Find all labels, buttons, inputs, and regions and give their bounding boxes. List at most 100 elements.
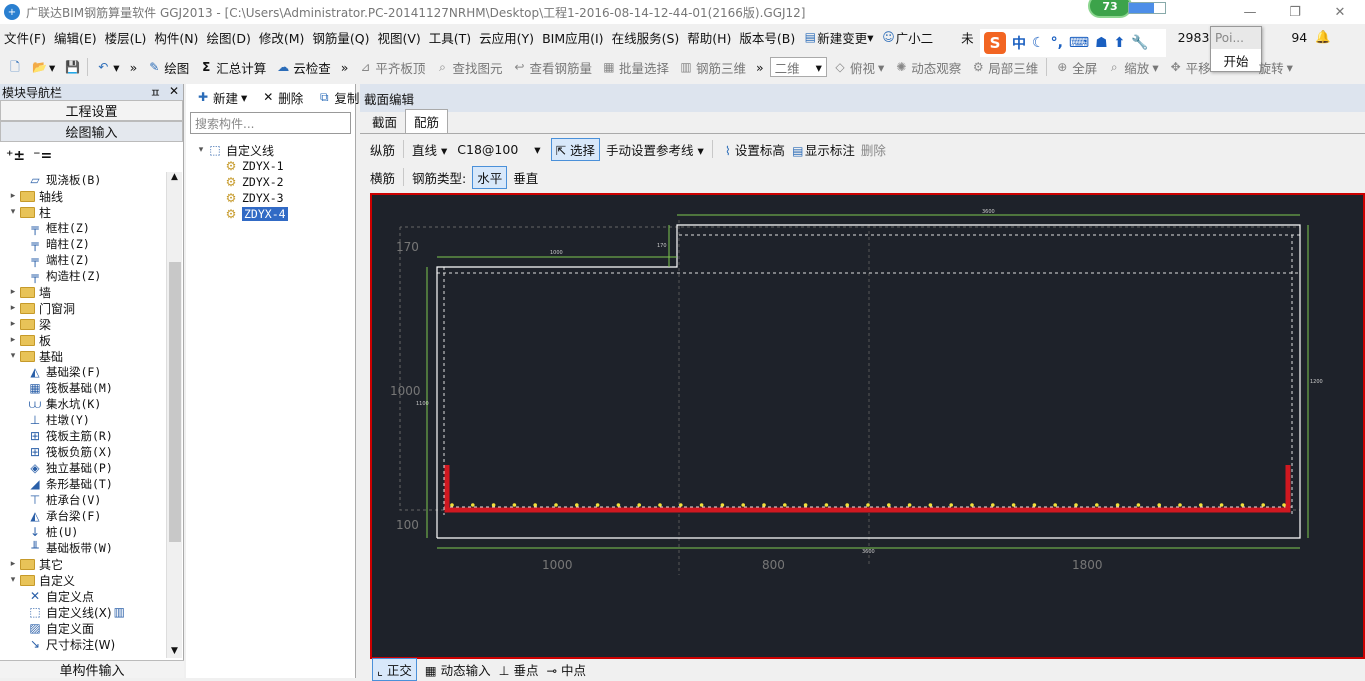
rotate-button[interactable]: 旋转 ▾	[1255, 56, 1297, 78]
midpoint-snap-toggle[interactable]: ⊸ 中点	[547, 660, 586, 679]
component-tree-root[interactable]: ▾ ⬚ 自定义线	[196, 142, 355, 158]
drawing-input-tab[interactable]: 绘图输入	[0, 121, 183, 142]
rebar-spec-select[interactable]: C18@100 ▾	[453, 139, 544, 159]
tree-folder[interactable]: ▸ 墙	[0, 284, 166, 300]
tree-item[interactable]: ▨ 自定义面	[0, 620, 166, 636]
tab-section[interactable]: 截面	[364, 110, 405, 133]
ime-mode[interactable]: 中	[1012, 33, 1026, 53]
save-button[interactable]: 💾	[61, 56, 83, 78]
line-type-select[interactable]: 直线 ▾	[412, 140, 447, 159]
tree-folder[interactable]: ▾ 基础	[0, 348, 166, 364]
tree-item[interactable]: ⊞ 筏板主筋(R)	[0, 428, 166, 444]
tree-folder[interactable]: ▸ 门窗洞	[0, 300, 166, 316]
tree-folder[interactable]: ▸ 轴线	[0, 188, 166, 204]
popup-input[interactable]: Poi...	[1211, 27, 1261, 49]
tree-folder[interactable]: ▸ 梁	[0, 316, 166, 332]
wrench-icon[interactable]: 🔧	[1131, 35, 1148, 51]
new-component-button[interactable]: ✚ 新建 ▾	[192, 86, 251, 108]
component-search-input[interactable]: 搜索构件...	[190, 112, 351, 134]
menu-rebar-qty[interactable]: 钢筋量(Q)	[308, 24, 373, 50]
tree-folder[interactable]: ▾ 柱	[0, 204, 166, 220]
menu-version[interactable]: 版本号(B)	[735, 24, 799, 50]
tree-scroll-thumb[interactable]	[169, 262, 181, 542]
expand-icon[interactable]: ▸	[8, 287, 18, 297]
menu-cloud[interactable]: 云应用(Y)	[475, 24, 538, 50]
ime-toolbar[interactable]: S 中 ☾ °, ⌨ ☗ ⬆ 🔧	[980, 29, 1166, 57]
section-drawing[interactable]: 3600 1000 170 1100 1200 3600 1000 800 18…	[372, 195, 1363, 657]
set-reference-line-button[interactable]: 手动设置参考线 ▾	[606, 140, 704, 159]
tree-folder[interactable]: ▸ 其它	[0, 556, 166, 572]
tree-item[interactable]: ⊤ 桩承台(V)	[0, 492, 166, 508]
pin-icon[interactable]: ㅍ	[150, 84, 161, 101]
perpendicular-snap-toggle[interactable]: ⊥ 垂点	[499, 660, 539, 679]
collapse-icon[interactable]: ▾	[8, 351, 18, 361]
menu-modify[interactable]: 修改(M)	[255, 24, 309, 50]
tree-scrollbar[interactable]: ▲ ▼	[166, 172, 182, 658]
batch-select-button[interactable]: ▦ 批量选择	[598, 56, 673, 78]
menu-assistant[interactable]: ☺ 广小二	[878, 24, 938, 50]
show-dimension-button[interactable]: ▤显示标注	[791, 140, 855, 159]
skin-icon[interactable]: ☗	[1095, 35, 1108, 51]
tree-item[interactable]: ↘ 尺寸标注(W)	[0, 636, 166, 652]
moon-icon[interactable]: ☾	[1032, 35, 1045, 51]
menu-floor[interactable]: 楼层(L)	[101, 24, 151, 50]
cloud-check-button[interactable]: ☁ 云检查	[272, 56, 335, 78]
scroll-down-icon[interactable]: ▼	[167, 646, 182, 656]
summary-calc-button[interactable]: Σ 汇总计算	[195, 56, 270, 78]
new-file-button[interactable]: 🗋	[4, 56, 26, 78]
menu-edit[interactable]: 编辑(E)	[50, 24, 101, 50]
expand-icon[interactable]: ▸	[8, 335, 18, 345]
view-mode-select[interactable]: 二维 ▾	[769, 57, 827, 77]
performance-badge[interactable]: 73	[1088, 0, 1132, 18]
tree-folder[interactable]: ▾ 自定义	[0, 572, 166, 588]
menu-tools[interactable]: 工具(T)	[425, 24, 475, 50]
fullscreen-button[interactable]: ⊕ 全屏	[1051, 56, 1101, 78]
horizontal-button[interactable]: 水平	[472, 165, 508, 189]
menu-file[interactable]: 文件(F)	[0, 24, 50, 50]
component-item[interactable]: ⚙ ZDYX-2	[196, 174, 355, 190]
tree-item[interactable]: ◭ 承台梁(F)	[0, 508, 166, 524]
delete-rebar-button[interactable]: 删除	[861, 140, 886, 159]
tree-item[interactable]: ⬚ 自定义线(X) ▥	[0, 604, 166, 620]
pan-button[interactable]: ✥ 平移	[1165, 56, 1215, 78]
keyboard-icon[interactable]: ⌨	[1069, 35, 1089, 51]
tree-item[interactable]: ▱ 现浇板(B)	[0, 172, 166, 188]
undo-button[interactable]: ↶ ▾	[92, 56, 123, 78]
expand-icon[interactable]: ▸	[8, 559, 18, 569]
tree-item[interactable]: ╤ 构造柱(Z)	[0, 268, 166, 284]
tree-item[interactable]: ⊞ 筏板负筋(X)	[0, 444, 166, 460]
expand-icon[interactable]: ▸	[8, 303, 18, 313]
collapse-icon[interactable]: ▾	[8, 207, 18, 217]
section-drawing-canvas[interactable]: 3600 1000 170 1100 1200 3600 1000 800 18…	[370, 193, 1365, 659]
project-settings-tab[interactable]: 工程设置	[0, 100, 183, 121]
punctuation-icon[interactable]: °,	[1051, 35, 1063, 51]
nav-close-icon[interactable]: ✕	[169, 84, 179, 101]
component-item[interactable]: ⚙ ZDYX-4	[196, 206, 355, 222]
bell-icon[interactable]: 🔔	[1311, 24, 1335, 50]
dynamic-input-toggle[interactable]: ▦ 动态输入	[425, 660, 491, 679]
collapse-icon[interactable]: ▾	[8, 575, 18, 585]
tree-item[interactable]: ◭ 基础梁(F)	[0, 364, 166, 380]
dynamic-orbit-button[interactable]: ✺ 动态观察	[890, 56, 965, 78]
menu-view[interactable]: 视图(V)	[373, 24, 424, 50]
select-tool-button[interactable]: ⇱ 选择	[550, 137, 601, 161]
flush-slab-top-button[interactable]: ⊿ 平齐板顶	[354, 56, 429, 78]
component-item[interactable]: ⚙ ZDYX-1	[196, 158, 355, 174]
tree-item[interactable]: ⩊ 集水坑(K)	[0, 396, 166, 412]
tree-item[interactable]: ╤ 暗柱(Z)	[0, 236, 166, 252]
menu-floor-count[interactable]: 94	[1287, 24, 1311, 50]
tree-item[interactable]: ⊥ 柱墩(Y)	[0, 412, 166, 428]
zoom-button[interactable]: ⌕ 缩放 ▾	[1103, 56, 1162, 78]
copy-component-button[interactable]: ⧉ 复制	[313, 86, 363, 108]
top-view-button[interactable]: ◇ 俯视 ▾	[829, 56, 888, 78]
tree-item[interactable]: ✕ 自定义点	[0, 588, 166, 604]
toolbar-overflow-3[interactable]: »	[752, 56, 768, 78]
expand-icon[interactable]: ▸	[8, 191, 18, 201]
expand-all-icon[interactable]: ⁺±	[6, 148, 25, 164]
tab-rebar[interactable]: 配筋	[405, 109, 449, 133]
view-rebar-qty-button[interactable]: ↩ 查看钢筋量	[508, 56, 596, 78]
toolbar-overflow[interactable]: »	[126, 56, 142, 78]
tree-item[interactable]: ◈ 独立基础(P)	[0, 460, 166, 476]
tree-item[interactable]: ╨ 基础板带(W)	[0, 540, 166, 556]
menu-online[interactable]: 在线服务(S)	[608, 24, 684, 50]
